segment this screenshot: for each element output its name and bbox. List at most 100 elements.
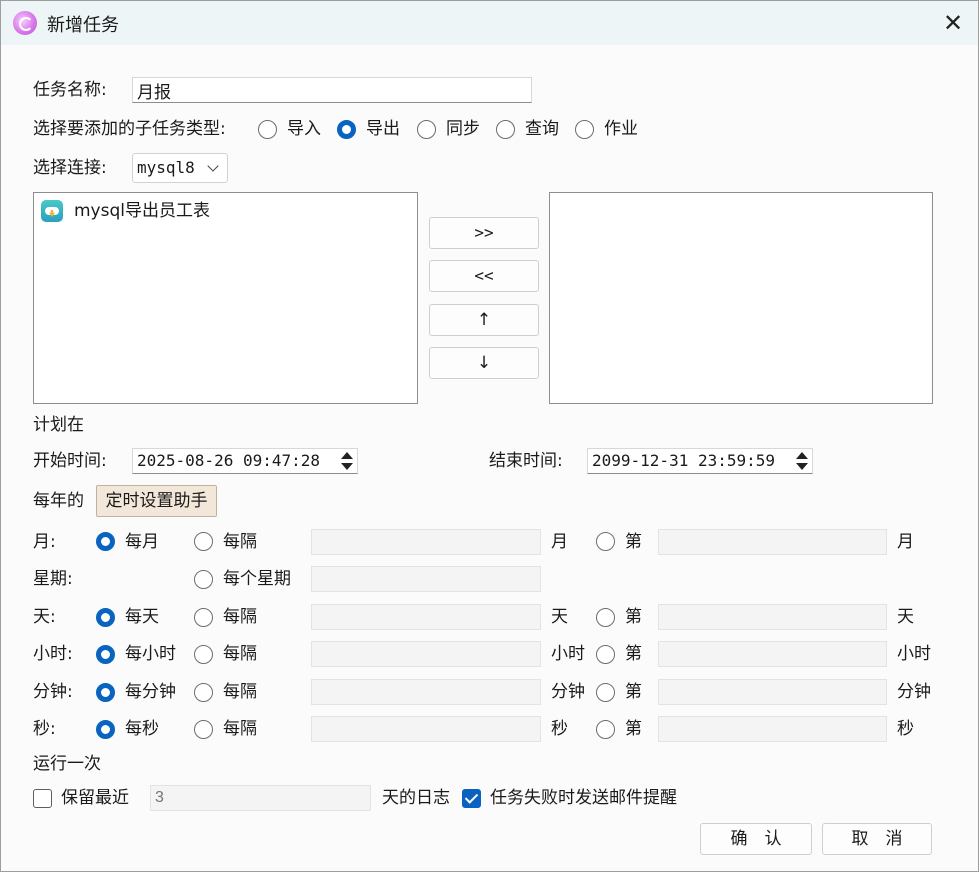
day-unit-label: 天 — [551, 607, 568, 627]
every-week-label: 每个星期 — [223, 569, 291, 589]
second-unit-label: 秒 — [551, 719, 568, 739]
radio-minute-nth[interactable] — [596, 683, 615, 702]
run-once-label: 运行一次 — [33, 754, 101, 774]
minute-unit-label: 分钟 — [551, 682, 585, 702]
hour-interval-field[interactable] — [311, 641, 541, 667]
retain-logs-checkbox[interactable] — [33, 789, 52, 808]
radio-job[interactable] — [575, 120, 594, 139]
ok-button[interactable]: 确 认 — [700, 823, 812, 855]
every-second-label: 每秒 — [125, 719, 159, 739]
radio-every-month[interactable] — [96, 532, 115, 551]
connection-select[interactable]: mysql8 — [132, 153, 228, 183]
retain-logs-label: 保留最近 — [61, 788, 129, 808]
close-icon[interactable]: ✕ — [937, 7, 969, 39]
radio-hour-interval[interactable] — [194, 645, 213, 664]
add-all-button[interactable]: >> — [429, 217, 539, 249]
radio-export-label: 导出 — [366, 119, 400, 139]
end-time-label: 结束时间: — [489, 451, 563, 471]
day-nth-field[interactable] — [658, 604, 887, 630]
hour-nth-label: 第 — [625, 644, 642, 664]
month-unit-label: 月 — [551, 532, 568, 552]
radio-month-nth[interactable] — [596, 532, 615, 551]
minute-nth-label: 第 — [625, 682, 642, 702]
second-interval-field[interactable] — [311, 716, 541, 742]
hour-unit-label: 小时 — [551, 644, 585, 664]
yearly-label: 每年的 — [33, 491, 84, 511]
list-item[interactable]: mysql导出员工表 — [40, 199, 400, 223]
radio-day-interval[interactable] — [194, 608, 213, 627]
month-nth-field[interactable] — [658, 529, 887, 555]
radio-query[interactable] — [496, 120, 515, 139]
week-field[interactable] — [311, 566, 541, 592]
every-minute-label: 每分钟 — [125, 682, 176, 702]
month-interval-label: 每隔 — [223, 532, 257, 552]
month-unit2-label: 月 — [897, 532, 914, 552]
month-interval-field[interactable] — [311, 529, 541, 555]
radio-hour-nth[interactable] — [596, 645, 615, 664]
move-down-button[interactable]: ↓ — [429, 347, 539, 379]
available-subtask-list[interactable]: mysql导出员工表 — [33, 192, 418, 404]
day-label: 天: — [33, 607, 56, 627]
second-nth-field[interactable] — [658, 716, 887, 742]
end-time-value: 2099-12-31 23:59:59 — [592, 451, 776, 470]
start-time-label: 开始时间: — [33, 451, 107, 471]
radio-month-interval[interactable] — [194, 532, 213, 551]
radio-import[interactable] — [258, 120, 277, 139]
radio-import-label: 导入 — [287, 119, 321, 139]
every-day-label: 每天 — [125, 607, 159, 627]
remove-all-button[interactable]: << — [429, 260, 539, 292]
second-interval-label: 每隔 — [223, 719, 257, 739]
radio-sync[interactable] — [417, 120, 436, 139]
connection-value: mysql8 — [137, 158, 195, 177]
hour-label: 小时: — [33, 644, 73, 664]
day-unit2-label: 天 — [897, 607, 914, 627]
day-nth-label: 第 — [625, 607, 642, 627]
email-on-fail-label: 任务失败时发送邮件提醒 — [490, 788, 677, 808]
retain-days-input[interactable] — [150, 785, 371, 811]
radio-job-label: 作业 — [604, 119, 638, 139]
end-time-input[interactable]: 2099-12-31 23:59:59 — [587, 448, 813, 474]
radio-second-interval[interactable] — [194, 720, 213, 739]
schedule-helper-button[interactable]: 定时设置助手 — [96, 485, 217, 517]
task-name-input[interactable] — [132, 77, 532, 103]
radio-export[interactable] — [337, 120, 356, 139]
title-bar: 新增任务 ✕ — [1, 1, 978, 45]
month-nth-label: 第 — [625, 532, 642, 552]
second-label: 秒: — [33, 719, 56, 739]
radio-day-nth[interactable] — [596, 608, 615, 627]
task-name-label: 任务名称: — [33, 80, 107, 100]
minute-nth-field[interactable] — [658, 679, 887, 705]
email-on-fail-checkbox[interactable] — [462, 789, 481, 808]
every-month-label: 每月 — [125, 532, 159, 552]
day-interval-field[interactable] — [311, 604, 541, 630]
second-nth-label: 第 — [625, 719, 642, 739]
selected-subtask-list[interactable] — [549, 192, 933, 404]
schedule-label: 计划在 — [33, 415, 84, 435]
export-task-icon — [41, 200, 63, 222]
minute-unit2-label: 分钟 — [897, 682, 931, 702]
radio-query-label: 查询 — [525, 119, 559, 139]
start-time-spinner[interactable] — [337, 449, 357, 473]
radio-second-nth[interactable] — [596, 720, 615, 739]
start-time-value: 2025-08-26 09:47:28 — [137, 451, 321, 470]
month-label: 月: — [33, 532, 56, 552]
radio-every-hour[interactable] — [96, 645, 115, 664]
radio-minute-interval[interactable] — [194, 683, 213, 702]
radio-every-minute[interactable] — [96, 683, 115, 702]
hour-nth-field[interactable] — [658, 641, 887, 667]
connection-label: 选择连接: — [33, 158, 107, 178]
start-time-input[interactable]: 2025-08-26 09:47:28 — [132, 448, 358, 474]
second-unit2-label: 秒 — [897, 719, 914, 739]
radio-every-second[interactable] — [96, 720, 115, 739]
cancel-button[interactable]: 取 消 — [822, 823, 932, 855]
every-hour-label: 每小时 — [125, 644, 176, 664]
radio-every-week[interactable] — [194, 570, 213, 589]
radio-sync-label: 同步 — [446, 119, 480, 139]
move-up-button[interactable]: ↑ — [429, 304, 539, 336]
list-item-label: mysql导出员工表 — [74, 201, 210, 221]
minute-interval-field[interactable] — [311, 679, 541, 705]
minute-interval-label: 每隔 — [223, 682, 257, 702]
end-time-spinner[interactable] — [792, 449, 812, 473]
radio-every-day[interactable] — [96, 608, 115, 627]
minute-label: 分钟: — [33, 682, 73, 702]
